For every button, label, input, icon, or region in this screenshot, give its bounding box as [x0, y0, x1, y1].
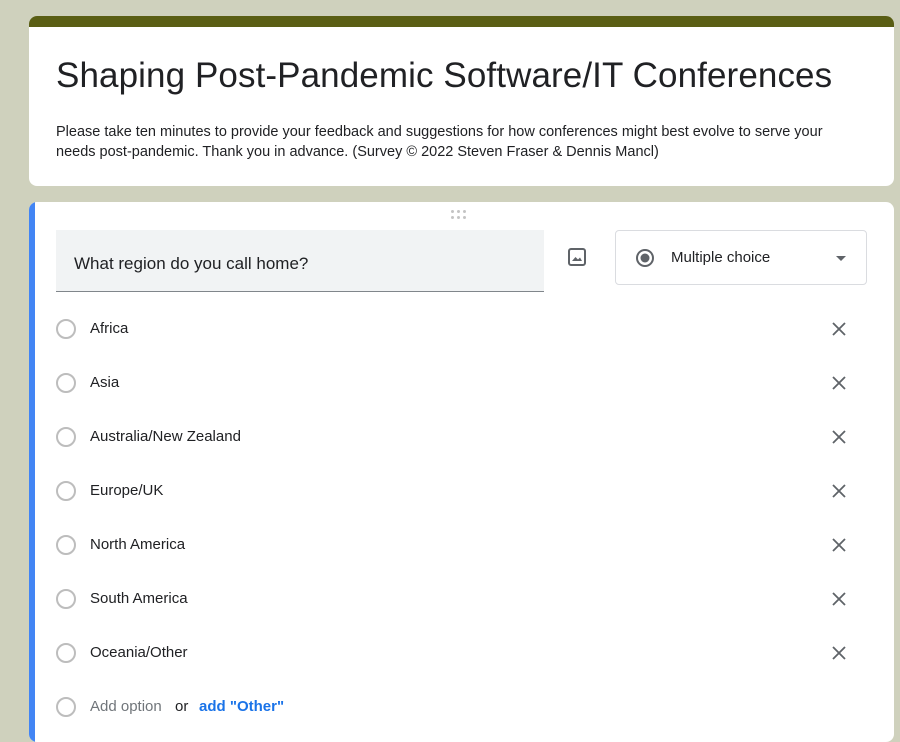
question-title-text: What region do you call home?	[74, 254, 309, 273]
option-row-oceania-other[interactable]: Oceania/Other	[29, 626, 894, 680]
form-title[interactable]: Shaping Post-Pandemic Software/IT Confer…	[56, 56, 832, 96]
radio-circle-icon	[56, 373, 76, 393]
drag-handle-icon[interactable]	[451, 210, 469, 220]
image-icon	[568, 248, 586, 266]
remove-option-button[interactable]	[829, 589, 849, 609]
radio-circle-icon	[56, 319, 76, 339]
radio-circle-icon	[56, 589, 76, 609]
option-row-europe-uk[interactable]: Europe/UK	[29, 464, 894, 518]
close-icon	[832, 484, 846, 498]
remove-option-button[interactable]	[829, 643, 849, 663]
close-icon	[832, 538, 846, 552]
add-option-input[interactable]: Add option	[90, 698, 162, 715]
radio-circle-icon	[56, 535, 76, 555]
remove-option-button[interactable]	[829, 481, 849, 501]
question-type-dropdown[interactable]: Multiple choice	[615, 230, 867, 285]
close-icon	[832, 322, 846, 336]
option-row-africa[interactable]: Africa	[29, 302, 894, 356]
form-description[interactable]: Please take ten minutes to provide your …	[56, 122, 856, 162]
option-row-north-america[interactable]: North America	[29, 518, 894, 572]
close-icon	[832, 376, 846, 390]
option-label[interactable]: Europe/UK	[90, 482, 163, 499]
remove-option-button[interactable]	[829, 319, 849, 339]
option-label[interactable]: Asia	[90, 374, 119, 391]
option-label[interactable]: South America	[90, 590, 188, 607]
close-icon	[832, 592, 846, 606]
header-accent-bar	[29, 16, 894, 27]
radio-circle-icon	[56, 427, 76, 447]
radio-circle-icon	[56, 643, 76, 663]
close-icon	[832, 430, 846, 444]
question-card[interactable]: What region do you call home? Multiple c…	[29, 202, 894, 742]
remove-option-button[interactable]	[829, 535, 849, 555]
question-type-label: Multiple choice	[671, 249, 771, 266]
radio-button-checked-icon	[636, 249, 654, 267]
option-label[interactable]: Oceania/Other	[90, 644, 188, 661]
remove-option-button[interactable]	[829, 427, 849, 447]
radio-circle-icon	[56, 697, 76, 717]
remove-option-button[interactable]	[829, 373, 849, 393]
question-title-input[interactable]: What region do you call home?	[56, 230, 544, 292]
option-label[interactable]: Australia/New Zealand	[90, 428, 241, 445]
option-row-south-america[interactable]: South America	[29, 572, 894, 626]
option-label[interactable]: North America	[90, 536, 185, 553]
radio-circle-icon	[56, 481, 76, 501]
add-other-button[interactable]: add "Other"	[199, 698, 284, 715]
add-option-row: Add option or add "Other"	[29, 680, 894, 734]
add-image-button[interactable]	[566, 246, 588, 268]
option-row-australia-new-zealand[interactable]: Australia/New Zealand	[29, 410, 894, 464]
option-row-asia[interactable]: Asia	[29, 356, 894, 410]
or-text: or	[175, 698, 189, 715]
dropdown-arrow-icon	[836, 256, 846, 261]
form-header-card: Shaping Post-Pandemic Software/IT Confer…	[29, 16, 894, 186]
option-label[interactable]: Africa	[90, 320, 128, 337]
close-icon	[832, 646, 846, 660]
